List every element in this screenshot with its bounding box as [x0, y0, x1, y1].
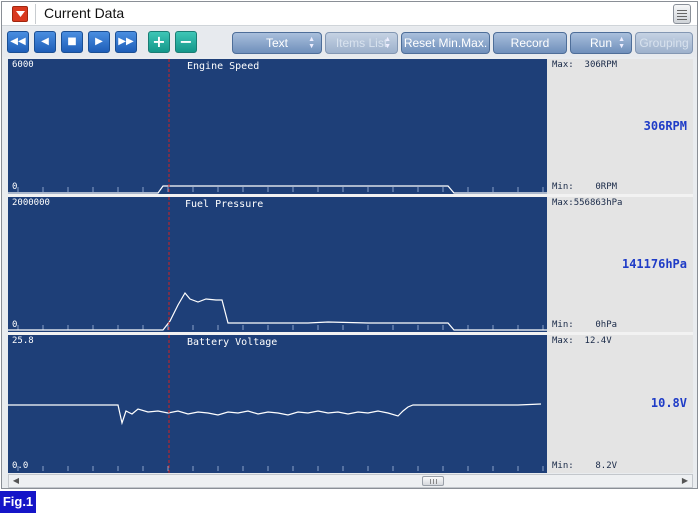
engine-speed-graph: 6000 Engine Speed 0	[8, 59, 547, 194]
axis-max: 6000	[12, 60, 34, 70]
updown-icon: ▲ ▼	[618, 36, 625, 50]
fast-forward-icon: ▶▶	[118, 36, 134, 47]
grouping-label: Grouping	[639, 36, 689, 50]
graph-title: Battery Voltage	[187, 337, 278, 348]
fuel-pressure-trace	[8, 197, 547, 332]
max-readout: Max:556863hPa	[552, 198, 623, 208]
run-select[interactable]: Run ▲ ▼	[570, 32, 632, 54]
fuel-pressure-panel: Max:556863hPa 141176hPa Min: 0hPa	[547, 197, 693, 332]
minus-icon: −	[179, 32, 193, 51]
min-readout: Min: 0RPM	[552, 182, 618, 192]
reset-min-max-button[interactable]: Reset Min.Max.	[401, 32, 490, 54]
play-icon: ▶	[95, 36, 103, 47]
record-button[interactable]: Record	[493, 32, 567, 54]
current-data-window: Current Data ◀◀ ◀ ■ ▶ ▶▶ + − Text ▲ ▼ Ite…	[1, 1, 698, 489]
title-bar: Current Data	[2, 2, 697, 26]
current-value: 141176hPa	[621, 257, 687, 271]
axis-max: 25.8	[12, 336, 34, 346]
fast-forward-button[interactable]: ▶▶	[115, 31, 137, 53]
items-list-select[interactable]: Items List ▲ ▼	[325, 32, 398, 54]
axis-min: 0	[12, 182, 18, 192]
toolbar: ◀◀ ◀ ■ ▶ ▶▶ + − Text ▲ ▼ Items List ▲ ▼ Re…	[2, 27, 697, 57]
engine-speed-panel: Max: 306RPM 306RPM Min: 0RPM	[547, 59, 693, 194]
items-list-label: Items List	[335, 36, 388, 50]
window-title: Current Data	[44, 5, 125, 21]
scroll-left-icon[interactable]: ◀	[9, 475, 23, 487]
axis-min: 0.0	[12, 461, 29, 471]
tick-marks	[17, 466, 544, 471]
max-readout: Max: 306RPM	[552, 60, 618, 70]
battery-voltage-trace	[8, 335, 544, 473]
battery-voltage-panel: Max: 12.4V 10.8V Min: 8.2V	[547, 335, 693, 473]
graph-area: 6000 Engine Speed 0 Max: 306RPM 306RPM M…	[8, 59, 693, 473]
menu-icon[interactable]	[673, 4, 691, 24]
fuel-pressure-graph: 2000000 Fuel Pressure 0	[8, 197, 547, 332]
zoom-out-button[interactable]: −	[175, 31, 197, 53]
stop-icon: ■	[67, 36, 77, 47]
horizontal-scrollbar[interactable]: ◀ ▶	[8, 474, 693, 488]
scrollbar-thumb[interactable]	[422, 476, 444, 486]
title-separator	[35, 4, 36, 24]
stop-button[interactable]: ■	[61, 31, 83, 53]
scroll-right-icon[interactable]: ▶	[678, 475, 692, 487]
axis-max: 2000000	[12, 198, 50, 208]
text-mode-label: Text	[265, 36, 288, 50]
zoom-in-button[interactable]: +	[148, 31, 170, 53]
updown-icon: ▲ ▼	[384, 36, 391, 50]
current-value: 10.8V	[650, 396, 687, 410]
current-value: 306RPM	[643, 119, 687, 133]
graph-title: Engine Speed	[187, 61, 260, 72]
min-readout: Min: 8.2V	[552, 461, 618, 471]
graph-title: Fuel Pressure	[185, 199, 264, 210]
step-back-icon: ◀	[41, 36, 49, 47]
rewind-icon: ◀◀	[10, 36, 26, 47]
rewind-button[interactable]: ◀◀	[7, 31, 29, 53]
collapse-icon[interactable]	[12, 6, 28, 22]
step-back-button[interactable]: ◀	[34, 31, 56, 53]
min-readout: Min: 0hPa	[552, 320, 618, 330]
max-readout: Max: 12.4V	[552, 336, 612, 346]
text-mode-select[interactable]: Text ▲ ▼	[232, 32, 322, 54]
figure-label: Fig.1	[0, 491, 36, 513]
grouping-button[interactable]: Grouping	[635, 32, 693, 54]
reset-min-max-label: Reset Min.Max.	[403, 36, 488, 50]
plus-icon: +	[152, 32, 166, 51]
tick-marks	[17, 325, 544, 330]
tick-marks	[17, 187, 544, 192]
battery-voltage-graph: 25.8 Battery Voltage 0.0	[8, 335, 547, 473]
record-label: Record	[510, 36, 550, 50]
updown-icon: ▲ ▼	[308, 36, 315, 50]
run-label: Run	[589, 36, 612, 50]
engine-speed-trace	[8, 59, 547, 194]
play-button[interactable]: ▶	[88, 31, 110, 53]
axis-min: 0	[12, 320, 18, 330]
